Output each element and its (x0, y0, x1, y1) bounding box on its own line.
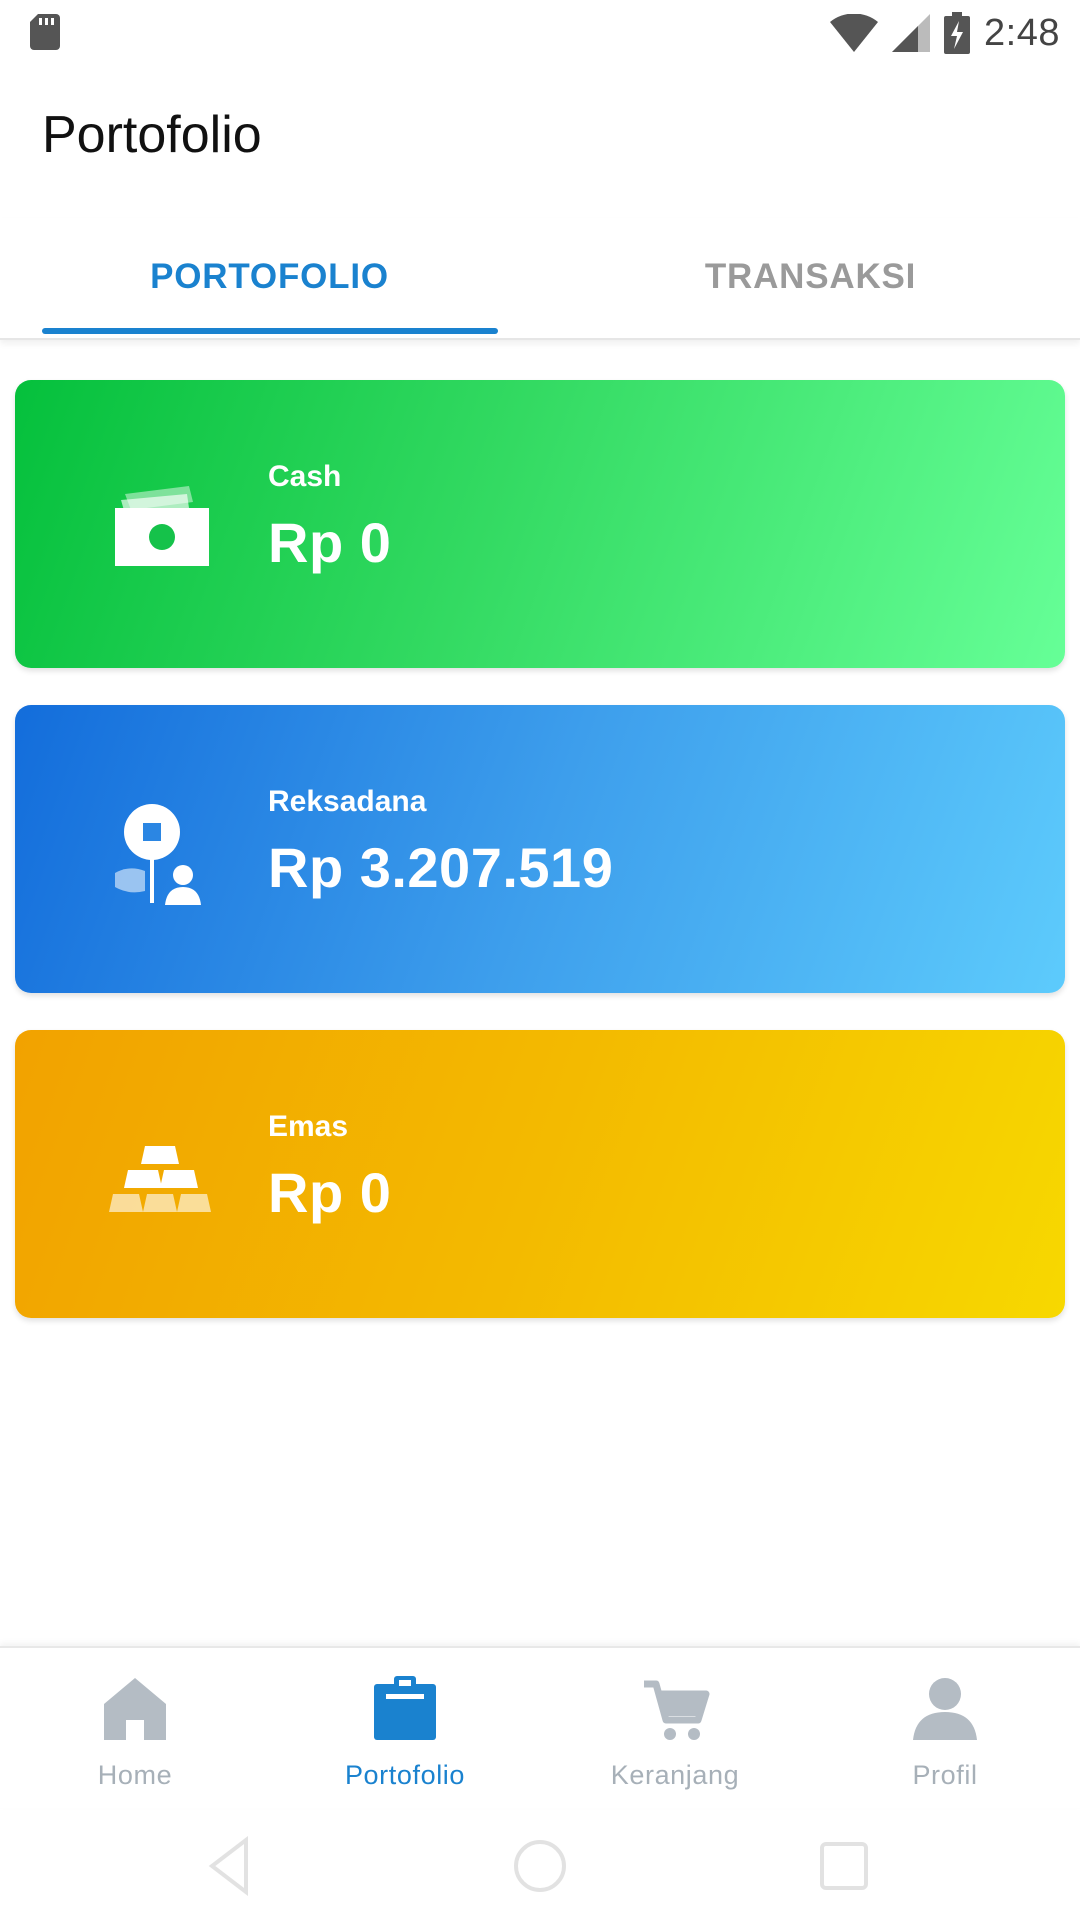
person-icon (913, 1678, 977, 1740)
clipboard-icon (374, 1676, 436, 1740)
nav-keranjang-label: Keranjang (610, 1760, 740, 1790)
cell-signal-icon (892, 14, 931, 52)
cash-card[interactable]: Cash Rp 0 (15, 380, 1065, 668)
battery-charging-icon (944, 12, 971, 54)
gold-bars-icon (109, 1146, 211, 1212)
nav-home-label: Home (97, 1760, 173, 1790)
tab-portofolio[interactable]: PORTOFOLIO (42, 218, 497, 336)
active-tab-indicator (42, 328, 498, 334)
cash-label: Cash (268, 460, 342, 493)
reksadana-card[interactable]: Reksadana Rp 3.207.519 (15, 705, 1065, 993)
mutual-fund-icon (115, 804, 201, 905)
cart-icon (644, 1680, 710, 1740)
status-bar: 2:48 (0, 0, 1080, 64)
home-icon (104, 1678, 166, 1740)
system-navigation-bar (0, 1806, 1080, 1920)
nav-profil-label: Profil (912, 1760, 978, 1790)
reksadana-value: Rp 3.207.519 (268, 836, 614, 899)
back-icon[interactable] (206, 1836, 266, 1896)
sd-card-icon (30, 14, 60, 50)
tab-bar: PORTOFOLIO TRANSAKSI (0, 218, 1080, 340)
emas-label: Emas (268, 1110, 349, 1143)
bottom-navigation: Home Portofolio Keranjang Profil (0, 1646, 1080, 1808)
wifi-icon (830, 14, 879, 52)
tab-transaksi[interactable]: TRANSAKSI (583, 218, 1038, 336)
cash-value: Rp 0 (268, 511, 392, 574)
nav-home[interactable]: Home (0, 1648, 270, 1808)
nav-portofolio-label: Portofolio (344, 1760, 466, 1790)
page-title: Portofolio (42, 106, 262, 164)
clock: 2:48 (984, 11, 1060, 54)
cash-icon (115, 486, 209, 566)
nav-keranjang[interactable]: Keranjang (540, 1648, 810, 1808)
nav-profil[interactable]: Profil (810, 1648, 1080, 1808)
emas-card[interactable]: Emas Rp 0 (15, 1030, 1065, 1318)
recents-icon[interactable] (814, 1836, 874, 1896)
reksadana-label: Reksadana (268, 785, 427, 818)
nav-portofolio[interactable]: Portofolio (270, 1648, 540, 1808)
emas-value: Rp 0 (268, 1161, 392, 1224)
home-circle-icon[interactable] (510, 1836, 570, 1896)
